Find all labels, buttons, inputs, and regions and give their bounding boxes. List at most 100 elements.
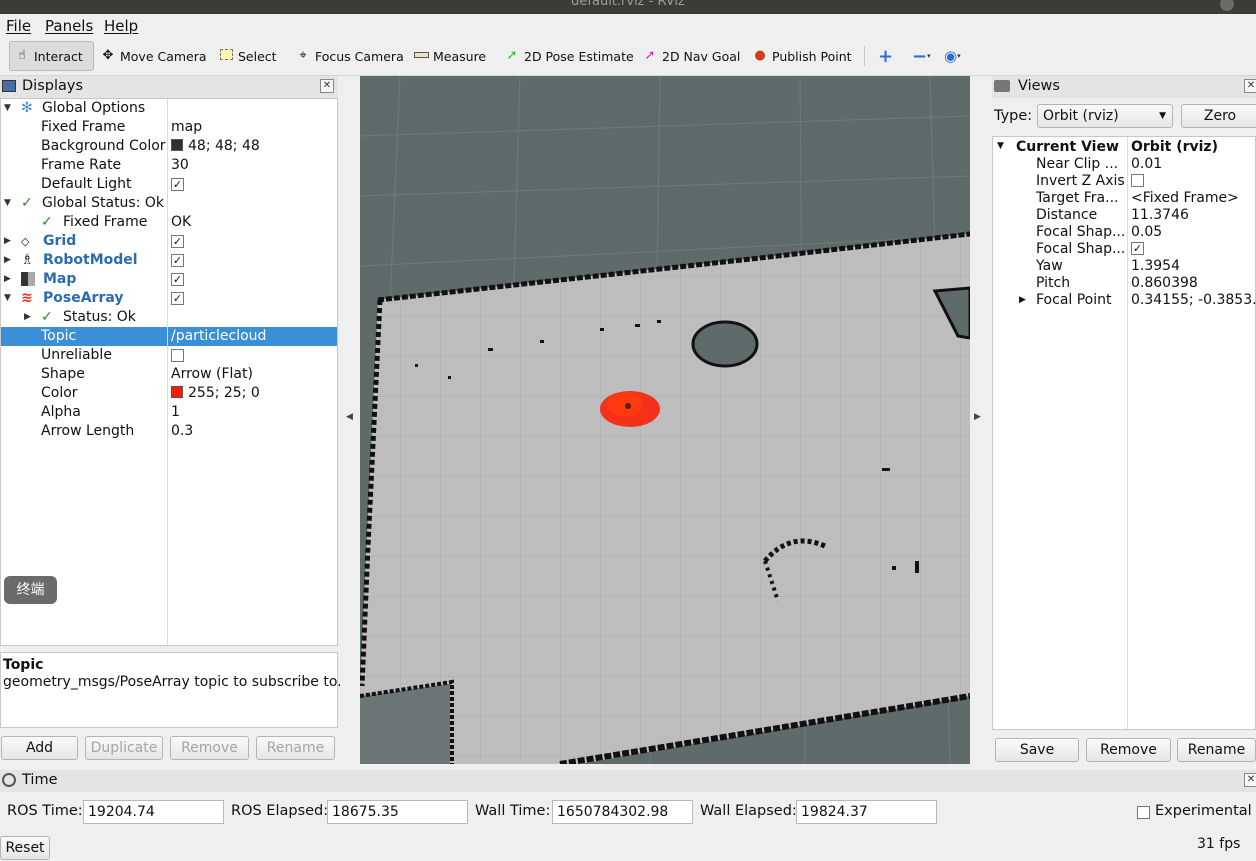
tree-row-fixed-frame[interactable]: Fixed Frame map: [1, 118, 337, 137]
default-light-checkbox[interactable]: ✓: [171, 178, 184, 191]
alpha-value[interactable]: 1: [171, 404, 180, 420]
distance-row[interactable]: Distance 11.3746: [993, 207, 1255, 224]
eye-icon[interactable]: ◉ ▾: [940, 41, 965, 71]
tree-row-pose-array[interactable]: ▼ ≋ PoseArray ✓: [1, 289, 337, 308]
robot-model-enabled-checkbox[interactable]: ✓: [171, 254, 184, 267]
time-close-icon[interactable]: ✕: [1244, 773, 1256, 787]
topic-value[interactable]: /particlecloud: [171, 328, 266, 344]
collapse-arrow-icon[interactable]: ▼: [997, 141, 1004, 151]
menu-panels[interactable]: Panels: [45, 17, 93, 35]
view-type-select[interactable]: Orbit (rviz) ▼: [1037, 104, 1173, 128]
yaw-value[interactable]: 1.3954: [1131, 258, 1180, 274]
duplicate-display-button[interactable]: Duplicate: [85, 736, 163, 760]
displays-close-icon[interactable]: ✕: [320, 79, 334, 93]
expand-arrow-icon[interactable]: ▶: [4, 236, 11, 246]
rename-view-button[interactable]: Rename: [1177, 738, 1256, 762]
measure-tool-button[interactable]: Measure: [409, 41, 490, 71]
focal-shape-size-value[interactable]: 0.05: [1131, 224, 1162, 240]
experimental-checkbox[interactable]: [1137, 806, 1150, 819]
tree-row-robot-model[interactable]: ▶ ♗ RobotModel ✓: [1, 251, 337, 270]
menu-help[interactable]: Help: [104, 17, 138, 35]
target-frame-value[interactable]: <Fixed Frame>: [1131, 190, 1239, 206]
tree-row-map[interactable]: ▶ Map ✓: [1, 270, 337, 289]
tree-row-topic[interactable]: Topic /particlecloud: [1, 327, 337, 346]
background-color-value[interactable]: 48; 48; 48: [171, 138, 260, 154]
tree-row-unreliable[interactable]: Unreliable: [1, 346, 337, 365]
focal-point-row[interactable]: ▶ Focal Point 0.34155; -0.3853...: [993, 292, 1256, 309]
arrow-length-value[interactable]: 0.3: [171, 423, 193, 439]
expand-arrow-icon[interactable]: ▶: [4, 255, 11, 265]
wall-time-field[interactable]: 1650784302.98: [552, 800, 693, 824]
tree-row-color[interactable]: Color 255; 25; 0: [1, 384, 337, 403]
select-tool-button[interactable]: Select: [214, 41, 281, 71]
current-view-row[interactable]: ▼ Current View Orbit (rviz): [993, 139, 1255, 156]
nav-goal-tool-button[interactable]: ➚ 2D Nav Goal: [638, 41, 744, 71]
color-value[interactable]: 255; 25; 0: [171, 385, 260, 401]
remove-display-button[interactable]: Remove: [170, 736, 249, 760]
pitch-row[interactable]: Pitch 0.860398: [993, 275, 1255, 292]
near-clip-value[interactable]: 0.01: [1131, 156, 1162, 172]
map-enabled-checkbox[interactable]: ✓: [171, 273, 184, 286]
tree-row-status-fixed-frame[interactable]: ✓ Fixed Frame OK: [1, 213, 337, 232]
invert-z-checkbox[interactable]: [1131, 174, 1144, 187]
invert-z-row[interactable]: Invert Z Axis: [993, 173, 1255, 190]
views-close-icon[interactable]: ✕: [1244, 79, 1256, 93]
focus-camera-tool-button[interactable]: ⌖ Focus Camera: [291, 41, 408, 71]
tree-row-default-light[interactable]: Default Light ✓: [1, 175, 337, 194]
collapse-arrow-icon[interactable]: ▼: [4, 198, 11, 208]
tree-row-frame-rate[interactable]: Frame Rate 30: [1, 156, 337, 175]
ros-elapsed-field[interactable]: 18675.35: [327, 800, 468, 824]
expand-arrow-icon[interactable]: ▶: [24, 312, 31, 322]
collapse-right-icon[interactable]: ▶: [974, 412, 981, 422]
focal-shape-fixed-row[interactable]: Focal Shap... ✓: [993, 241, 1255, 258]
tree-row-background-color[interactable]: Background Color 48; 48; 48: [1, 137, 337, 156]
menu-file[interactable]: File: [6, 17, 31, 35]
add-display-button[interactable]: Add: [1, 736, 78, 760]
publish-point-tool-button[interactable]: ● Publish Point: [748, 41, 856, 71]
tree-row-arrow-length[interactable]: Arrow Length 0.3: [1, 422, 337, 441]
yaw-row[interactable]: Yaw 1.3954: [993, 258, 1255, 275]
focal-point-value[interactable]: 0.34155; -0.3853...: [1131, 292, 1256, 308]
zero-view-button[interactable]: Zero: [1181, 104, 1256, 128]
tree-row-grid[interactable]: ▶ ◇ Grid ✓: [1, 232, 337, 251]
pose-array-enabled-checkbox[interactable]: ✓: [171, 292, 184, 305]
collapse-left-icon[interactable]: ◀: [346, 412, 353, 422]
shape-value[interactable]: Arrow (Flat): [171, 366, 253, 382]
distance-value[interactable]: 11.3746: [1131, 207, 1189, 223]
expand-arrow-icon[interactable]: ▶: [1019, 295, 1026, 305]
tree-row-alpha[interactable]: Alpha 1: [1, 403, 337, 422]
floor-grid: [360, 234, 970, 764]
focal-shape-size-row[interactable]: Focal Shap... 0.05: [993, 224, 1255, 241]
tree-row-global-options[interactable]: ▼ ✻ Global Options: [1, 99, 337, 118]
expand-arrow-icon[interactable]: ▶: [4, 274, 11, 284]
rename-display-button[interactable]: Rename: [256, 736, 335, 760]
fixed-frame-value[interactable]: map: [171, 119, 202, 135]
interact-tool-button[interactable]: ☝ Interact: [9, 41, 94, 71]
unreliable-checkbox[interactable]: [171, 349, 184, 362]
ros-time-field[interactable]: 19204.74: [83, 800, 224, 824]
pitch-value[interactable]: 0.860398: [1131, 275, 1198, 291]
target-frame-row[interactable]: Target Fra... <Fixed Frame>: [993, 190, 1255, 207]
render-viewport[interactable]: [360, 76, 970, 764]
collapse-arrow-icon[interactable]: ▼: [4, 103, 11, 113]
remove-tool-icon[interactable]: − ▾: [908, 41, 935, 71]
near-clip-row[interactable]: Near Clip ... 0.01: [993, 156, 1255, 173]
tree-row-shape[interactable]: Shape Arrow (Flat): [1, 365, 337, 384]
focal-shape-size-label: Focal Shap...: [1036, 224, 1126, 240]
window-close-icon[interactable]: [1220, 0, 1234, 11]
collapse-arrow-icon[interactable]: ▼: [4, 293, 11, 303]
map-scene[interactable]: [360, 76, 970, 764]
wall-elapsed-field[interactable]: 19824.37: [796, 800, 937, 824]
tree-row-global-status[interactable]: ▼ ✓ Global Status: Ok: [1, 194, 337, 213]
move-camera-tool-button[interactable]: ✥ Move Camera: [96, 41, 211, 71]
grid-enabled-checkbox[interactable]: ✓: [171, 235, 184, 248]
terminal-badge[interactable]: 终端: [4, 576, 57, 604]
save-view-button[interactable]: Save: [995, 738, 1079, 762]
frame-rate-value[interactable]: 30: [171, 157, 189, 173]
remove-view-button[interactable]: Remove: [1086, 738, 1171, 762]
tree-row-pose-array-status[interactable]: ▶ ✓ Status: Ok: [1, 308, 337, 327]
pose-estimate-tool-button[interactable]: ➚ 2D Pose Estimate: [500, 41, 638, 71]
add-tool-icon[interactable]: +: [874, 41, 897, 71]
reset-button[interactable]: Reset: [0, 836, 50, 860]
focal-shape-fixed-checkbox[interactable]: ✓: [1131, 242, 1144, 255]
